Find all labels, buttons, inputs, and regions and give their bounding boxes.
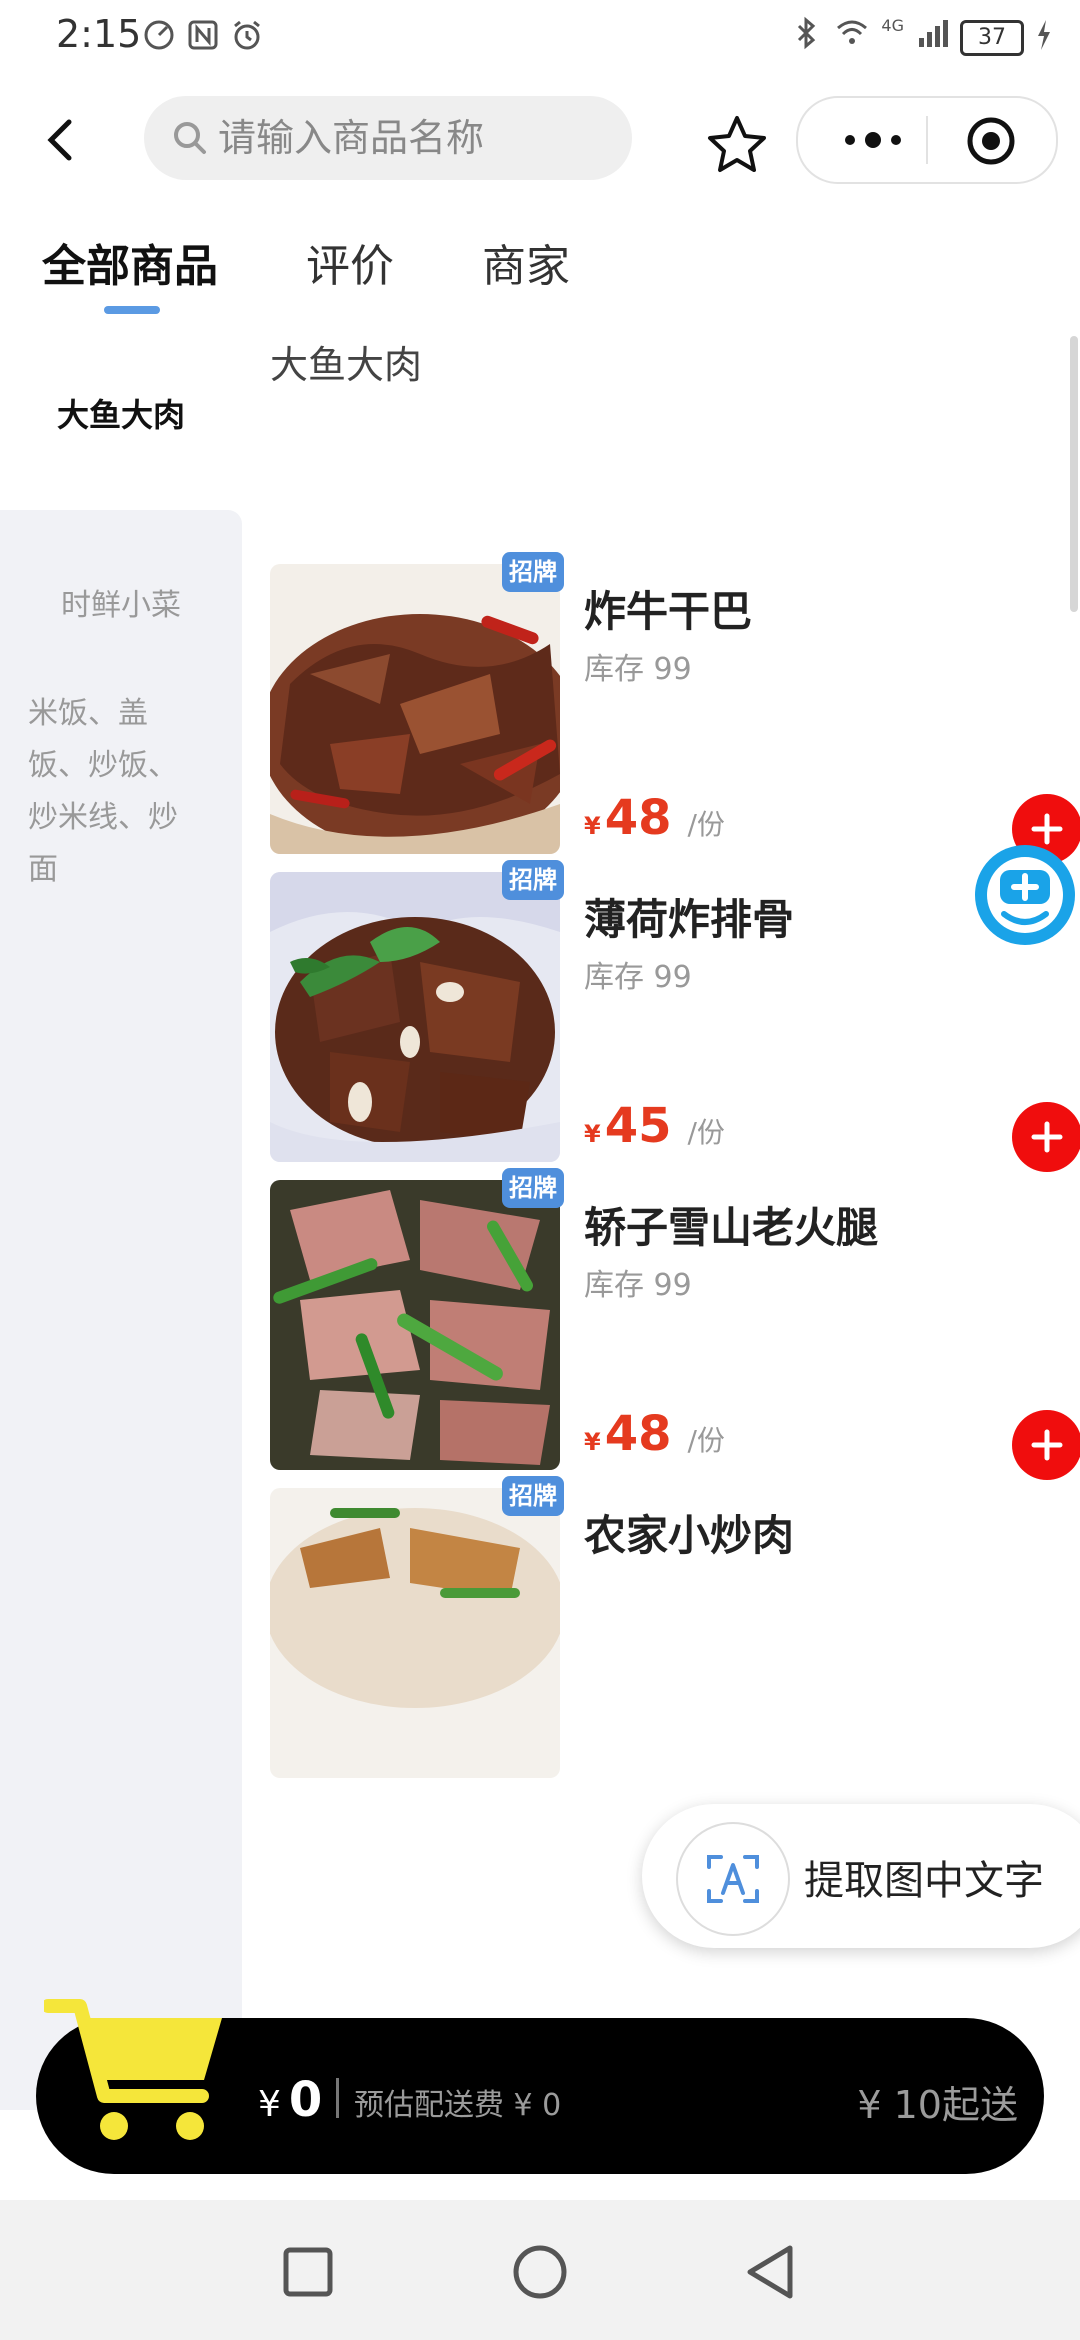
sidebar-item-line: 炒米线、炒 — [28, 800, 178, 835]
product-name: 炸牛干巴 — [584, 587, 753, 636]
star-icon — [708, 116, 766, 172]
stir-fried-pork-image — [270, 1488, 560, 1778]
chevron-left-icon — [47, 119, 72, 161]
signature-badge: 招牌 — [502, 1476, 564, 1516]
signature-badge: 招牌 — [502, 1168, 564, 1208]
product-item[interactable]: 招牌 炸牛干巴 库存 99 ¥ 48 /份 — [270, 552, 1080, 864]
cart-delivery-fee: 预估配送费 ¥ 0 — [354, 2088, 562, 2123]
search-box[interactable] — [144, 96, 632, 180]
sidebar-item-active[interactable]: 大鱼大肉 — [0, 330, 242, 510]
tab-reviews[interactable]: 评价 — [306, 230, 394, 294]
battery-indicator: 37 — [960, 20, 1024, 56]
status-right-icons: 4G — [789, 16, 950, 50]
speedometer-icon — [144, 20, 174, 50]
price-value: 48 — [604, 1406, 672, 1462]
product-item[interactable]: 招牌 农家小炒肉 — [270, 1476, 1070, 1788]
home-icon[interactable] — [510, 2242, 570, 2302]
sidebar-item-rice-noodles[interactable]: 米饭、盖 饭、炒饭、 炒米线、炒 面 — [28, 688, 212, 896]
scrollbar[interactable] — [1070, 336, 1078, 612]
alarm-icon — [234, 20, 260, 50]
floating-assistant-button[interactable] — [970, 840, 1080, 950]
price-unit: /份 — [687, 1424, 725, 1457]
price-currency: ¥ — [584, 1120, 601, 1148]
ocr-icon-wrap — [676, 1822, 790, 1936]
cart-total: ¥ 0 — [258, 2072, 322, 2128]
cart-currency: ¥ — [258, 2084, 281, 2125]
old-ham-image — [270, 1180, 560, 1470]
product-name: 农家小炒肉 — [584, 1511, 795, 1560]
product-stock: 库存 99 — [584, 960, 692, 995]
bluetooth-icon — [798, 16, 816, 50]
plus-icon — [1031, 1429, 1063, 1461]
status-bar: 2:15 4G 37 — [0, 0, 1080, 80]
more-dots-icon[interactable] — [838, 126, 908, 154]
mint-fried-ribs-image — [270, 872, 560, 1162]
product-item[interactable]: 招牌 薄荷炸排骨 库存 99 ¥ 45 /份 — [270, 860, 1080, 1172]
search-input[interactable] — [216, 115, 620, 161]
product-image[interactable] — [270, 1180, 560, 1470]
product-stock: 库存 99 — [584, 1268, 692, 1303]
product-name: 轿子雪山老火腿 — [584, 1203, 879, 1252]
network-type: 4G — [881, 16, 904, 35]
product-stock: 库存 99 — [584, 652, 692, 687]
signal-icon — [919, 20, 948, 47]
sidebar-item-label: 大鱼大肉 — [56, 396, 185, 434]
tab-all-products[interactable]: 全部商品 — [42, 230, 218, 294]
category-sidebar: 大鱼大肉 时鲜小菜 米饭、盖 饭、炒饭、 炒米线、炒 面 — [0, 330, 242, 2110]
tab-bar: 全部商品 评价 商家 — [0, 220, 1080, 320]
shopping-cart-icon[interactable] — [44, 1996, 232, 2146]
floating-assistant-icon — [975, 845, 1075, 945]
price-value: 48 — [604, 790, 672, 846]
plus-icon — [1031, 1121, 1063, 1153]
battery-level: 37 — [978, 25, 1006, 50]
status-time: 2:15 — [56, 12, 142, 56]
back-triangle-icon[interactable] — [742, 2242, 802, 2302]
nfc-icon — [188, 20, 218, 50]
charging-icon — [1038, 20, 1050, 50]
signature-badge: 招牌 — [502, 860, 564, 900]
section-title: 大鱼大肉 — [270, 343, 423, 387]
status-left-icons — [142, 18, 264, 52]
signature-badge: 招牌 — [502, 552, 564, 592]
system-navigation-bar — [0, 2200, 1080, 2340]
price-unit: /份 — [687, 808, 725, 841]
price-value: 45 — [604, 1098, 672, 1154]
product-image[interactable] — [270, 872, 560, 1162]
price-row: ¥ 48 /份 — [584, 790, 725, 846]
product-image[interactable] — [270, 564, 560, 854]
add-to-cart-button[interactable] — [1012, 1410, 1080, 1480]
price-currency: ¥ — [584, 1428, 601, 1456]
text-recognition-icon — [707, 1855, 759, 1903]
capsule-divider — [926, 116, 928, 164]
sidebar-item-line: 饭、炒饭、 — [28, 748, 178, 783]
sidebar-item-line: 米饭、盖 — [28, 696, 148, 731]
product-image[interactable] — [270, 1488, 560, 1778]
extract-text-label: 提取图中文字 — [804, 1858, 1044, 1904]
add-to-cart-button[interactable] — [1012, 1102, 1080, 1172]
cart-total-value: 0 — [288, 2072, 323, 2128]
wifi-icon — [837, 20, 868, 44]
price-row: ¥ 48 /份 — [584, 1406, 725, 1462]
tab-merchant[interactable]: 商家 — [482, 230, 570, 294]
price-unit: /份 — [687, 1116, 725, 1149]
recent-apps-icon[interactable] — [278, 2242, 338, 2302]
tab-indicator — [104, 306, 160, 314]
product-list: 大鱼大肉 招牌 炸牛干巴 库存 99 ¥ 48 /份 招牌 薄荷炸排骨 库存 9… — [242, 320, 1080, 2020]
search-icon — [174, 122, 206, 154]
cart-minimum-order[interactable]: ¥ 10起送 — [857, 2074, 1018, 2129]
miniprogram-capsule — [796, 96, 1058, 184]
price-row: ¥ 45 /份 — [584, 1098, 725, 1154]
sidebar-item-line: 面 — [28, 852, 58, 887]
sidebar-item-fresh-vegetables[interactable]: 时鲜小菜 — [0, 580, 242, 632]
product-name: 薄荷炸排骨 — [584, 895, 795, 944]
price-currency: ¥ — [584, 812, 601, 840]
favorite-button[interactable] — [704, 112, 770, 178]
back-button[interactable] — [30, 110, 90, 170]
product-item[interactable]: 招牌 轿子雪山老火腿 库存 99 ¥ 48 /份 — [270, 1168, 1080, 1480]
target-icon[interactable] — [966, 116, 1016, 166]
cart-divider — [336, 2078, 339, 2118]
fried-beef-image — [270, 564, 560, 854]
top-nav — [0, 90, 1080, 190]
extract-text-button[interactable]: 提取图中文字 — [642, 1804, 1080, 1948]
